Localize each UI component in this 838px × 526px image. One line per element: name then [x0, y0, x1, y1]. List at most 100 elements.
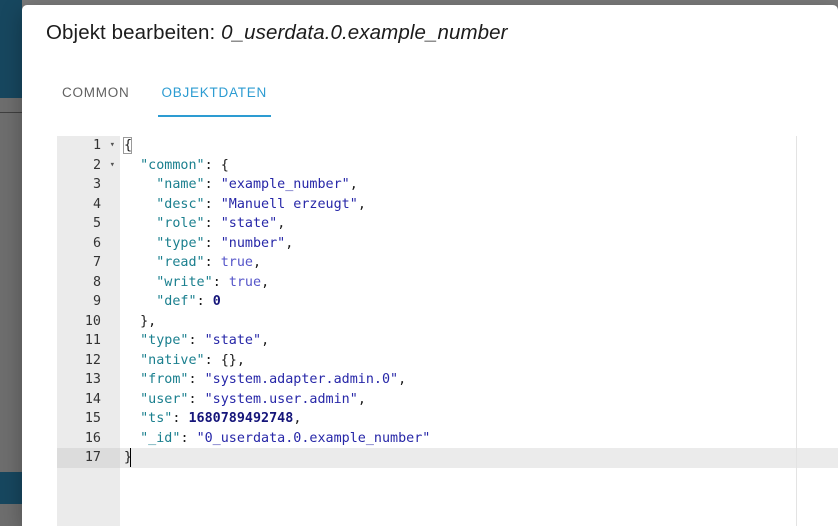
token-punct: ,	[261, 333, 270, 348]
line-number: 10	[84, 313, 101, 329]
token-punct: :	[188, 391, 205, 407]
editor-line-number-gutter: 1 ▾ 2 ▾ 3 4 5 6 7 8 9 10 11 12 13 14 15 16 17	[57, 136, 120, 526]
code-line[interactable]: "type": "number",	[120, 234, 838, 254]
token-punct: },	[140, 313, 157, 329]
code-line[interactable]: "desc": "Manuell erzeugt",	[120, 195, 838, 215]
token-string: "number"	[220, 235, 286, 251]
token-bool: true	[220, 255, 253, 270]
token-punct: :	[188, 333, 205, 348]
line-number: 16	[84, 430, 101, 446]
token-key: "user"	[140, 391, 189, 407]
code-line[interactable]: "def": 0	[120, 292, 838, 312]
token-punct: :	[212, 274, 229, 290]
dialog-tab-bar: COMMON OBJEKTDATEN	[46, 77, 283, 121]
active-tab-indicator	[157, 115, 272, 117]
edit-object-dialog: Objekt bearbeiten: 0_userdata.0.example_…	[22, 5, 838, 526]
token-punct: :	[204, 177, 221, 192]
editor-print-margin-guide	[796, 136, 797, 526]
token-punct: ,	[357, 391, 366, 407]
token-key: "type"	[156, 235, 205, 251]
token-punct: ,	[357, 196, 366, 212]
token-num: 1680789492748	[188, 411, 294, 426]
code-line[interactable]: },	[120, 312, 838, 332]
matching-bracket-highlight	[123, 137, 132, 154]
code-line[interactable]: "from": "system.adapter.admin.0",	[120, 370, 838, 390]
token-key: "type"	[140, 333, 189, 348]
code-line[interactable]: "name": "example_number",	[120, 175, 838, 195]
token-key: "name"	[156, 177, 205, 192]
token-key: "read"	[156, 255, 205, 270]
dialog-title: Objekt bearbeiten: 0_userdata.0.example_…	[46, 21, 508, 45]
token-string: "system.user.admin"	[204, 391, 358, 407]
token-bool: true	[228, 274, 262, 290]
line-number: 1 ▾	[57, 136, 120, 156]
line-number: 15	[84, 411, 101, 426]
code-line[interactable]: }	[120, 448, 838, 468]
token-punct: ,	[398, 372, 407, 387]
token-key: "role"	[156, 216, 205, 231]
token-punct: ,	[253, 255, 262, 270]
token-punct: : {},	[204, 352, 245, 368]
code-line[interactable]: "user": "system.user.admin",	[120, 390, 838, 410]
token-punct: ,	[277, 216, 286, 231]
line-number: 12	[84, 352, 101, 368]
code-line[interactable]: "common": {	[120, 156, 838, 176]
token-punct: ,	[261, 274, 270, 290]
code-line[interactable]: "native": {},	[120, 351, 838, 371]
code-line[interactable]: {	[120, 136, 838, 156]
token-key: "common"	[140, 157, 205, 173]
token-punct: :	[204, 235, 221, 251]
line-number: 6	[92, 235, 101, 251]
tab-common[interactable]: COMMON	[46, 77, 146, 113]
line-number: 3	[92, 177, 101, 192]
line-number: 14	[84, 391, 101, 407]
token-key: "desc"	[156, 196, 205, 212]
line-number: 9	[92, 294, 101, 309]
app-sidebar	[0, 0, 22, 526]
sidebar-header-block	[0, 0, 22, 98]
token-punct: :	[196, 294, 213, 309]
token-punct: :	[204, 216, 221, 231]
fold-arrow-icon[interactable]: ▾	[110, 156, 115, 176]
sidebar-footer-block	[0, 472, 22, 504]
line-number: 7	[92, 255, 101, 270]
token-key: "def"	[156, 294, 197, 309]
line-number: 8	[92, 274, 101, 290]
token-string: "system.adapter.admin.0"	[204, 372, 399, 387]
code-line[interactable]: "type": "state",	[120, 331, 838, 351]
token-punct: :	[204, 196, 221, 212]
token-string: "state"	[220, 216, 278, 231]
sidebar-divider	[0, 112, 22, 113]
code-line[interactable]: "role": "state",	[120, 214, 838, 234]
token-punct: :	[188, 372, 205, 387]
dialog-title-prefix: Objekt bearbeiten:	[46, 21, 222, 44]
token-punct: :	[204, 255, 221, 270]
token-punct: : {	[204, 157, 229, 173]
line-number: 17	[57, 448, 120, 468]
line-number: 2 ▾	[57, 156, 120, 176]
fold-arrow-icon[interactable]: ▾	[110, 136, 115, 156]
token-punct: ,	[285, 235, 294, 251]
dialog-title-object-id: 0_userdata.0.example_number	[221, 21, 508, 44]
code-line[interactable]: "ts": 1680789492748,	[120, 409, 838, 429]
code-line[interactable]: "read": true,	[120, 253, 838, 273]
tab-objektdaten[interactable]: OBJEKTDATEN	[146, 77, 284, 117]
tab-label: OBJEKTDATEN	[161, 85, 268, 100]
json-code-editor[interactable]: 1 ▾ 2 ▾ 3 4 5 6 7 8 9 10 11 12 13 14 15 16 17 { "common": …	[57, 136, 838, 526]
code-line[interactable]: "write": true,	[120, 273, 838, 293]
token-key: "_id"	[140, 430, 181, 446]
token-string: "0_userdata.0.example_number"	[196, 430, 431, 446]
line-number: 4	[92, 196, 101, 212]
token-string: "example_number"	[220, 177, 350, 192]
code-line[interactable]: "_id": "0_userdata.0.example_number"	[120, 429, 838, 449]
tab-label: COMMON	[62, 85, 130, 100]
line-number: 5	[92, 216, 101, 231]
token-string: "state"	[204, 333, 262, 348]
token-punct: ,	[293, 411, 302, 426]
line-number: 13	[84, 372, 101, 387]
token-key: "ts"	[140, 411, 173, 426]
text-caret	[130, 448, 131, 467]
line-number: 11	[84, 333, 101, 348]
editor-code-area[interactable]: { "common": { "name": "example_number", …	[120, 136, 838, 526]
token-key: "from"	[140, 372, 189, 387]
